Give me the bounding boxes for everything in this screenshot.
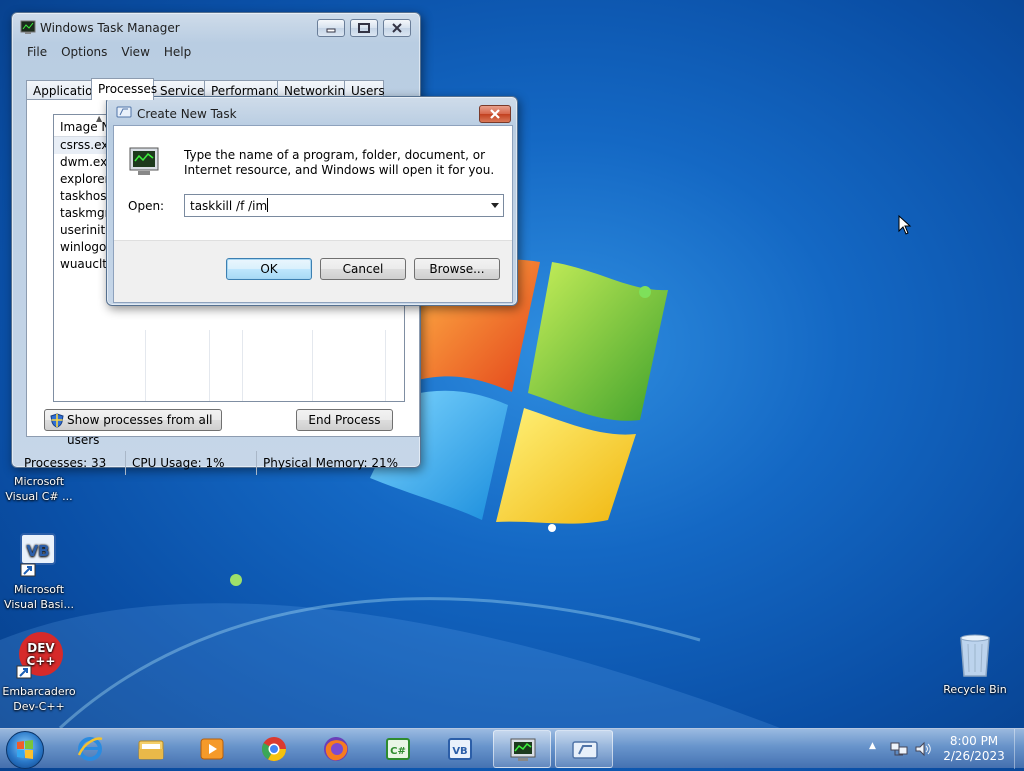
taskbar-visual-basic[interactable]: VB <box>431 730 489 768</box>
column-divider <box>385 330 386 401</box>
ok-button[interactable]: OK <box>226 258 312 280</box>
desktop-icon-dev-cpp[interactable]: DEV C++ Embarcadero Dev-C++ <box>1 632 77 714</box>
taskbar-firefox[interactable] <box>307 730 365 768</box>
chrome-icon <box>261 737 286 762</box>
dialog-message: Type the name of a program, folder, docu… <box>184 148 495 177</box>
window-title: Windows Task Manager <box>40 21 180 35</box>
menu-view[interactable]: View <box>114 43 156 61</box>
media-player-icon <box>200 738 224 760</box>
dialog-close-button[interactable] <box>479 105 511 123</box>
taskbar-windows-explorer[interactable] <box>122 730 180 768</box>
taskbar-chrome[interactable] <box>245 730 303 768</box>
end-process-button[interactable]: End Process <box>296 409 393 431</box>
desktop-icon-visual-basic[interactable]: VB Microsoft Visual Basi... <box>1 530 77 612</box>
minimize-button[interactable] <box>317 19 345 37</box>
dialog-title: Create New Task <box>137 107 237 121</box>
volume-icon[interactable] <box>914 741 932 760</box>
status-processes: Processes: 33 <box>18 451 126 475</box>
status-cpu-usage: CPU Usage: 1% <box>126 451 257 475</box>
browse-button[interactable]: Browse... <box>414 258 500 280</box>
desktop-icon-label: Recycle Bin <box>943 683 1007 696</box>
svg-text:VB: VB <box>26 542 49 560</box>
vb-icon: VB <box>448 738 472 760</box>
desktop-icon-visual-csharp[interactable]: Microsoft Visual C# ... <box>1 474 77 504</box>
title-bar[interactable]: Windows Task Manager <box>12 13 420 43</box>
close-button[interactable] <box>383 19 411 37</box>
mouse-cursor-icon <box>898 215 912 235</box>
menu-file[interactable]: File <box>20 43 54 61</box>
text-caret <box>267 198 269 212</box>
recycle-bin-icon <box>951 630 999 678</box>
column-divider <box>242 330 243 401</box>
column-divider <box>209 330 210 401</box>
run-program-icon <box>128 146 162 181</box>
csharp-icon: C# <box>386 738 410 760</box>
status-physical-memory: Physical Memory: 21% <box>263 456 399 470</box>
column-divider <box>312 330 313 401</box>
show-hidden-icons-chevron-icon[interactable]: ▲ <box>869 741 876 751</box>
cancel-button[interactable]: Cancel <box>320 258 406 280</box>
firefox-icon <box>324 737 348 761</box>
taskbar-internet-explorer[interactable] <box>61 730 119 768</box>
show-all-processes-button[interactable]: Show processes from all users <box>44 409 222 447</box>
column-divider <box>145 330 146 401</box>
shield-icon <box>50 413 64 434</box>
task-manager-icon <box>20 20 36 35</box>
menu-bar: File Options View Help <box>20 43 198 63</box>
desktop-icon-label: Embarcadero Dev-C++ <box>2 685 76 713</box>
windows-logo-icon <box>17 740 33 759</box>
svg-text:DEV: DEV <box>27 641 55 655</box>
dialog-footer: OK Cancel Browse... <box>114 240 512 302</box>
desktop-icon-label: Microsoft Visual C# ... <box>5 475 73 503</box>
internet-explorer-icon <box>77 737 103 761</box>
desktop-icon-recycle-bin[interactable]: Recycle Bin <box>937 630 1013 697</box>
svg-text:VB: VB <box>452 746 467 757</box>
start-button[interactable] <box>6 731 44 769</box>
taskbar: C# VB ▲ 8:00 PM 2/26/2023 <box>0 728 1024 769</box>
sort-ascending-icon: ▲ <box>96 114 103 123</box>
create-new-task-dialog: Create New Task Type the name of a progr… <box>106 96 518 306</box>
open-label: Open: <box>128 199 165 213</box>
dialog-body: Type the name of a program, folder, docu… <box>113 125 513 303</box>
dialog-title-bar[interactable]: Create New Task <box>107 97 517 127</box>
open-input-value: taskkill /f /im <box>190 199 268 213</box>
taskbar-task-manager[interactable] <box>493 730 551 768</box>
menu-options[interactable]: Options <box>54 43 114 61</box>
system-clock[interactable]: 8:00 PM 2/26/2023 <box>938 734 1010 764</box>
tab-processes[interactable]: Processes <box>91 78 157 100</box>
dev-cpp-icon: DEV C++ <box>15 632 63 680</box>
svg-text:C#: C# <box>390 746 406 757</box>
show-desktop-button[interactable] <box>1014 729 1024 769</box>
show-all-processes-label: Show processes from all users <box>67 413 213 447</box>
desktop-icon-label: Microsoft Visual Basi... <box>4 583 74 611</box>
taskbar-media-player[interactable] <box>183 730 241 768</box>
clock-time: 8:00 PM <box>949 734 999 748</box>
visual-basic-icon: VB <box>15 530 63 578</box>
clock-date: 2/26/2023 <box>943 749 1005 763</box>
status-bar: Processes: 33 CPU Usage: 1% Physical Mem… <box>18 451 424 475</box>
tab-applications[interactable]: Applications <box>26 80 106 100</box>
run-dialog-icon <box>116 106 132 121</box>
chevron-down-icon[interactable] <box>491 203 499 208</box>
menu-help[interactable]: Help <box>157 43 198 61</box>
open-combobox[interactable]: taskkill /f /im <box>184 194 504 217</box>
maximize-button[interactable] <box>350 19 378 37</box>
task-manager-icon <box>510 738 536 761</box>
run-dialog-icon <box>572 741 598 759</box>
taskbar-create-new-task[interactable] <box>555 730 613 768</box>
explorer-folder-icon <box>138 740 164 760</box>
taskbar-visual-csharp[interactable]: C# <box>369 730 427 768</box>
network-icon[interactable] <box>890 741 908 760</box>
